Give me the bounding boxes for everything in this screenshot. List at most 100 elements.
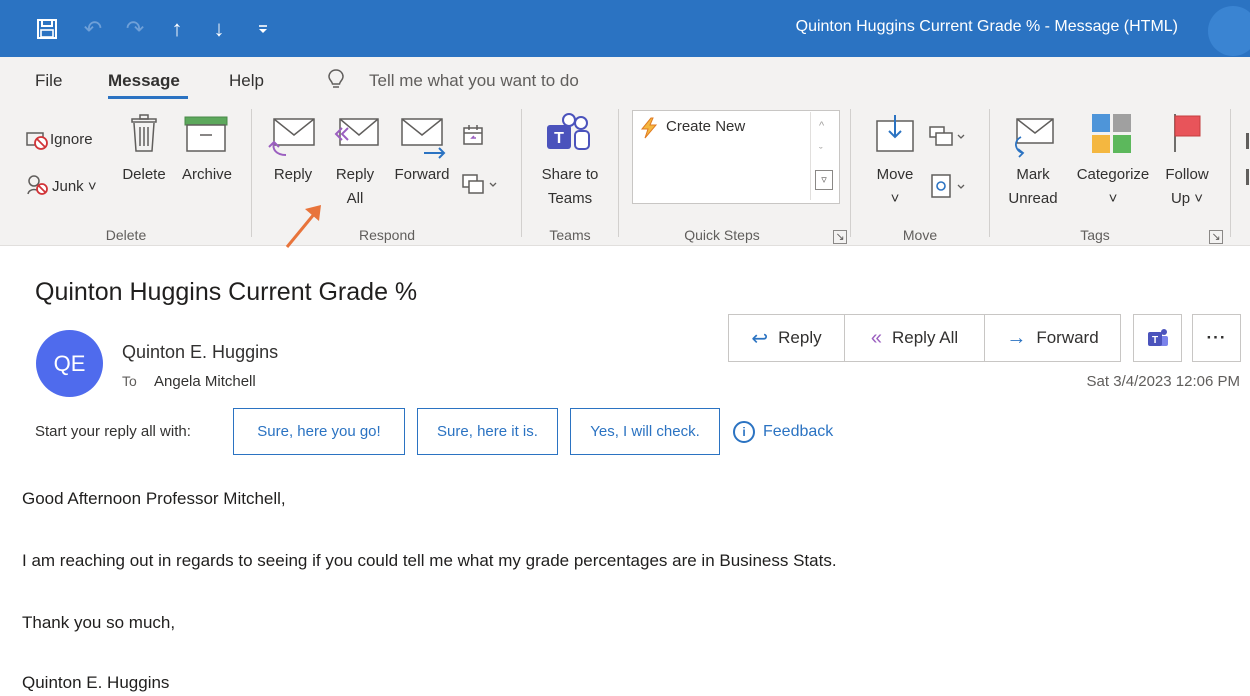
move-button[interactable]: Move ˅ (866, 163, 924, 211)
group-separator (1230, 109, 1231, 237)
menu-file[interactable]: File (35, 71, 62, 91)
window-title: Quinton Huggins Current Grade % - Messag… (795, 18, 1178, 35)
group-label-delete: Delete (105, 227, 147, 243)
undo-icon[interactable]: ↶ (78, 14, 108, 44)
tell-me-search[interactable]: Tell me what you want to do (369, 71, 579, 91)
reply-all-action-label: Reply All (891, 328, 959, 347)
junk-button[interactable]: Junk ˅ (52, 175, 97, 199)
onenote-actions-icon[interactable] (930, 173, 970, 206)
sender-name[interactable]: Quinton E. Huggins (122, 342, 278, 363)
move-icon (873, 113, 919, 162)
suggested-reply-1[interactable]: Sure, here you go! (233, 408, 405, 455)
avatar[interactable]: QE (36, 330, 103, 397)
sent-date: Sat 3/4/2023 12:06 PM (1086, 373, 1240, 390)
quick-steps-launcher-icon[interactable]: ↘ (833, 230, 847, 244)
forward-button[interactable]: Forward (388, 163, 456, 187)
mark-label-line2: Unread (1008, 190, 1058, 207)
follow-label-line1: Follow (1165, 166, 1209, 183)
reply-all-button[interactable]: Reply All (328, 163, 382, 211)
follow-up-button[interactable]: Follow Up ˅ (1158, 163, 1216, 211)
down-arrow-icon[interactable]: ↓ (204, 14, 234, 44)
meeting-reply-icon[interactable] (461, 123, 487, 154)
email-signature: Quinton E. Huggins (22, 673, 170, 692)
teams-share-button[interactable]: T (1133, 314, 1182, 362)
feedback-link[interactable]: i Feedback (733, 421, 833, 443)
account-avatar[interactable] (1208, 6, 1250, 56)
categorize-icon (1090, 112, 1134, 161)
ignore-icon (25, 130, 49, 155)
archive-icon (183, 115, 229, 158)
delete-button[interactable]: Delete (118, 163, 170, 187)
more-actions-button[interactable]: ··· (1192, 314, 1241, 362)
info-icon: i (733, 421, 755, 443)
archive-button[interactable]: Archive (176, 163, 238, 187)
share-to-teams-button[interactable]: Share to Teams (528, 163, 612, 211)
reply-all-arrow-icon: « (870, 326, 882, 349)
share-label-line1: Share to (541, 166, 599, 183)
active-tab-indicator (108, 96, 188, 99)
save-icon[interactable] (32, 14, 62, 44)
feedback-label: Feedback (763, 423, 834, 440)
group-label-tags: Tags (1080, 227, 1110, 243)
email-greeting: Good Afternoon Professor Mitchell, (22, 489, 286, 508)
share-label-line2: Teams (547, 190, 593, 207)
menu-bar: File Message Help Tell me what you want … (0, 57, 1250, 103)
mark-label-line1: Mark (1016, 166, 1050, 183)
reply-all-label-line1: Reply (335, 166, 375, 183)
forward-arrow-icon: → (1006, 326, 1027, 349)
teams-small-icon: T (1147, 329, 1168, 346)
group-separator (618, 109, 619, 237)
menu-message[interactable]: Message (108, 71, 180, 91)
group-separator (850, 109, 851, 237)
recipient-name[interactable]: Angela Mitchell (154, 373, 256, 390)
group-label-respond: Respond (358, 227, 416, 243)
group-separator (251, 109, 252, 237)
redo-icon[interactable]: ↷ (120, 14, 150, 44)
forward-icon (398, 115, 450, 164)
create-new-quick-step[interactable]: Create New (666, 118, 745, 135)
quick-steps-gallery[interactable]: Create New (632, 110, 840, 204)
group-label-quick-steps: Quick Steps (684, 227, 760, 243)
forward-action-label: Forward (1036, 328, 1099, 347)
more-respond-icon[interactable] (461, 173, 501, 202)
title-bar: ↶ ↷ ↑ ↓ Quinton Huggins Current Grade % … (0, 0, 1250, 57)
reply-icon (266, 115, 318, 164)
rules-icon[interactable] (928, 125, 968, 154)
svg-text:T: T (554, 130, 564, 147)
to-label: To (122, 373, 137, 389)
junk-icon (25, 174, 49, 201)
suggested-reply-2[interactable]: Sure, here it is. (417, 408, 558, 455)
group-separator (521, 109, 522, 237)
trash-icon (128, 113, 160, 158)
overflow-group-edge (1240, 123, 1250, 213)
lightbulb-icon (327, 68, 345, 95)
up-arrow-icon[interactable]: ↑ (162, 14, 192, 44)
reply-all-action-button[interactable]: « Reply All (844, 314, 985, 362)
mark-unread-icon (1009, 115, 1059, 164)
categorize-chevron-icon: ˅ (1108, 190, 1118, 207)
forward-action-button[interactable]: → Forward (984, 314, 1121, 362)
expand-gallery-icon[interactable]: ▿ (815, 170, 833, 190)
quick-steps-scrollbar[interactable]: ^ ˇ ▿ (810, 112, 837, 200)
reply-action-button[interactable]: ↩ Reply (728, 314, 845, 362)
reply-action-label: Reply (778, 328, 822, 347)
ignore-button[interactable]: Ignore (50, 128, 93, 152)
ribbon: Ignore Junk ˅ Delete Archive Delete Repl… (0, 103, 1250, 248)
customize-toolbar-icon[interactable] (248, 14, 278, 44)
email-subject: Quinton Huggins Current Grade % (35, 278, 418, 306)
flag-icon (1170, 112, 1206, 161)
lightning-icon (639, 117, 659, 144)
mark-unread-button[interactable]: Mark Unread (998, 163, 1068, 211)
reply-button[interactable]: Reply (266, 163, 320, 187)
scroll-up-icon[interactable]: ^ (819, 120, 824, 132)
scroll-down-icon[interactable]: ˇ (819, 146, 823, 158)
email-body-paragraph: I am reaching out in regards to seeing i… (22, 551, 837, 570)
teams-icon: T (543, 113, 595, 162)
move-label: Move (876, 166, 914, 183)
categorize-button[interactable]: Categorize ˅ (1068, 163, 1158, 211)
tags-launcher-icon[interactable]: ↘ (1209, 230, 1223, 244)
suggested-reply-3[interactable]: Yes, I will check. (570, 408, 720, 455)
svg-text:T: T (1151, 335, 1157, 346)
menu-help[interactable]: Help (229, 71, 264, 91)
group-label-teams: Teams (549, 227, 591, 243)
